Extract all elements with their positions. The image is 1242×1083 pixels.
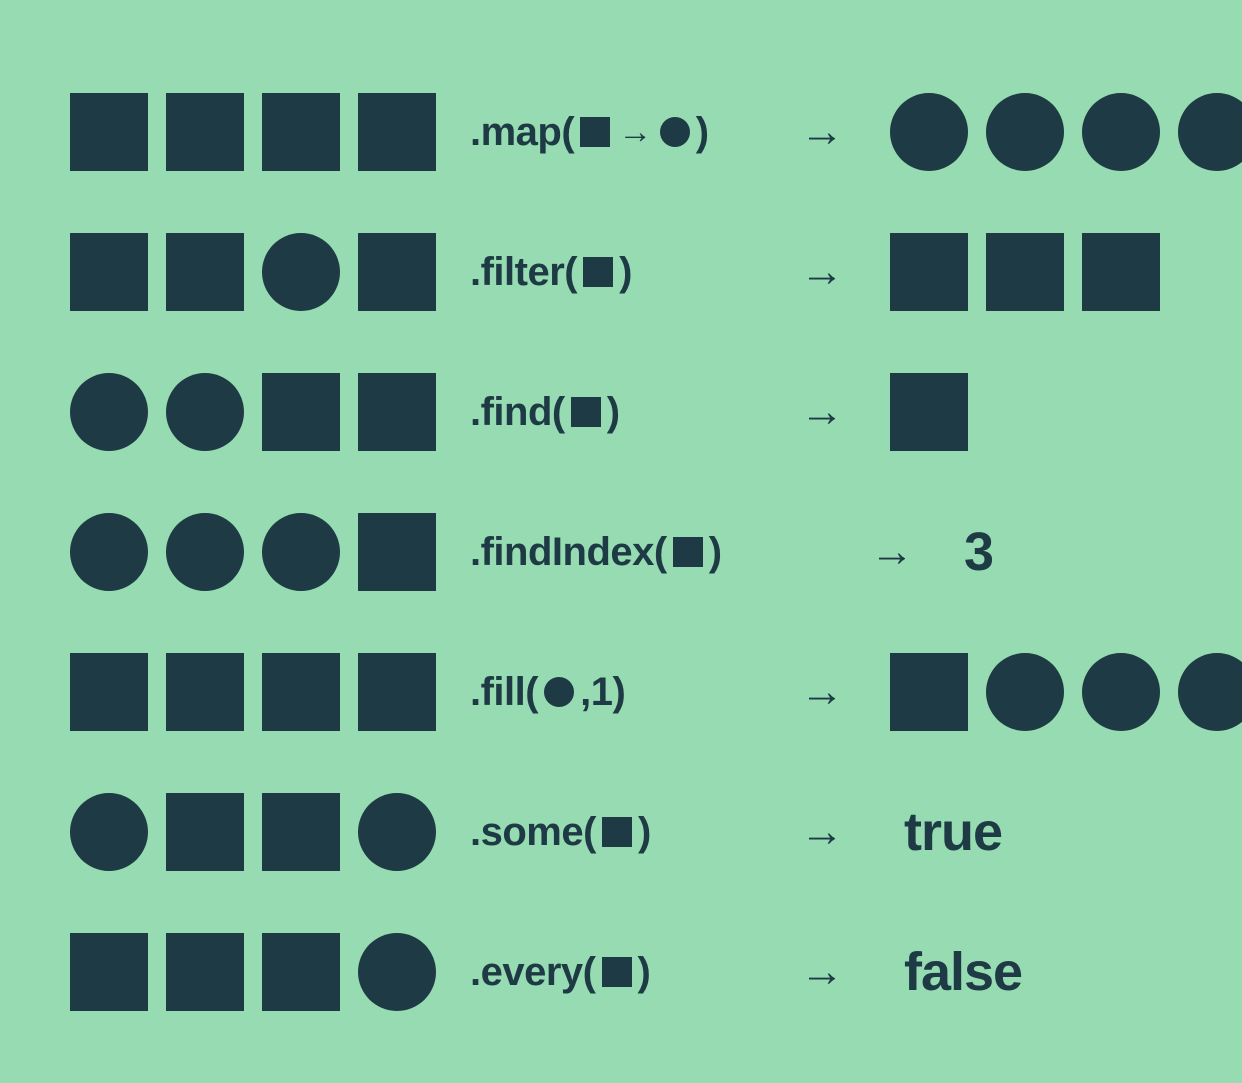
circle-shape [70,793,148,871]
square-shape [580,117,610,147]
input-array [70,373,470,451]
square-shape [70,233,148,311]
square-shape [358,93,436,171]
circle-shape [1082,653,1160,731]
circle-shape [1178,93,1242,171]
method-row-findIndex: .findIndex()→3 [70,510,1172,594]
method-call: .map(→) [470,110,800,155]
result-arrow-icon: → [800,667,890,717]
result-arrow-icon: → [800,107,890,157]
circle-shape [262,513,340,591]
square-shape [166,653,244,731]
square-shape [262,793,340,871]
output-array [890,653,1242,731]
square-shape [166,233,244,311]
square-shape [602,817,632,847]
output-array [890,373,968,451]
method-call: .findIndex() [470,530,870,575]
output-array [890,93,1242,171]
square-shape [890,653,968,731]
square-shape [358,233,436,311]
square-shape [166,793,244,871]
circle-shape [166,373,244,451]
square-shape [571,397,601,427]
method-call: .some() [470,810,800,855]
method-name: .some [470,810,583,855]
result-arrow-icon: → [870,527,950,577]
square-shape [1082,233,1160,311]
square-shape [166,93,244,171]
result-arrow-icon: → [800,247,890,297]
square-shape [583,257,613,287]
square-shape [358,513,436,591]
circle-shape [358,793,436,871]
square-shape [890,373,968,451]
method-call: .fill(,1 ) [470,670,800,715]
circle-shape [660,117,690,147]
method-call: .every() [470,950,800,995]
square-shape [70,653,148,731]
input-array [70,793,470,871]
method-name: .findIndex [470,530,654,575]
result-arrow-icon: → [800,387,890,437]
output-value: 3 [950,521,993,583]
square-shape [890,233,968,311]
output-array [890,233,1160,311]
method-name: .every [470,950,583,995]
square-shape [166,933,244,1011]
method-name: .map [470,110,561,155]
result-arrow-icon: → [800,947,890,997]
square-shape [986,233,1064,311]
output-value: false [890,941,1022,1003]
circle-shape [70,513,148,591]
circle-shape [166,513,244,591]
method-row-map: .map(→)→ [70,90,1172,174]
method-row-find: .find()→ [70,370,1172,454]
input-array [70,233,470,311]
method-row-fill: .fill(,1 )→ [70,650,1172,734]
input-array [70,93,470,171]
circle-shape [890,93,968,171]
circle-shape [70,373,148,451]
method-name: .fill [470,670,525,715]
square-shape [358,373,436,451]
method-row-some: .some()→true [70,790,1172,874]
result-arrow-icon: → [800,807,890,857]
circle-shape [986,653,1064,731]
input-array [70,513,470,591]
diagram-rows: .map(→)→.filter()→.find()→.findIndex()→3… [70,90,1172,1014]
square-shape [262,653,340,731]
circle-shape [358,933,436,1011]
circle-shape [986,93,1064,171]
circle-shape [262,233,340,311]
square-shape [602,957,632,987]
square-shape [70,933,148,1011]
circle-shape [1178,653,1242,731]
arrow-icon: → [618,113,652,152]
circle-shape [544,677,574,707]
method-name: .filter [470,250,564,295]
method-call: .filter() [470,250,800,295]
method-row-every: .every()→false [70,930,1172,1014]
method-name: .find [470,390,552,435]
square-shape [358,653,436,731]
square-shape [673,537,703,567]
square-shape [262,93,340,171]
square-shape [262,373,340,451]
square-shape [70,93,148,171]
square-shape [262,933,340,1011]
output-value: true [890,801,1002,863]
method-call: .find() [470,390,800,435]
circle-shape [1082,93,1160,171]
input-array [70,653,470,731]
method-row-filter: .filter()→ [70,230,1172,314]
input-array [70,933,470,1011]
